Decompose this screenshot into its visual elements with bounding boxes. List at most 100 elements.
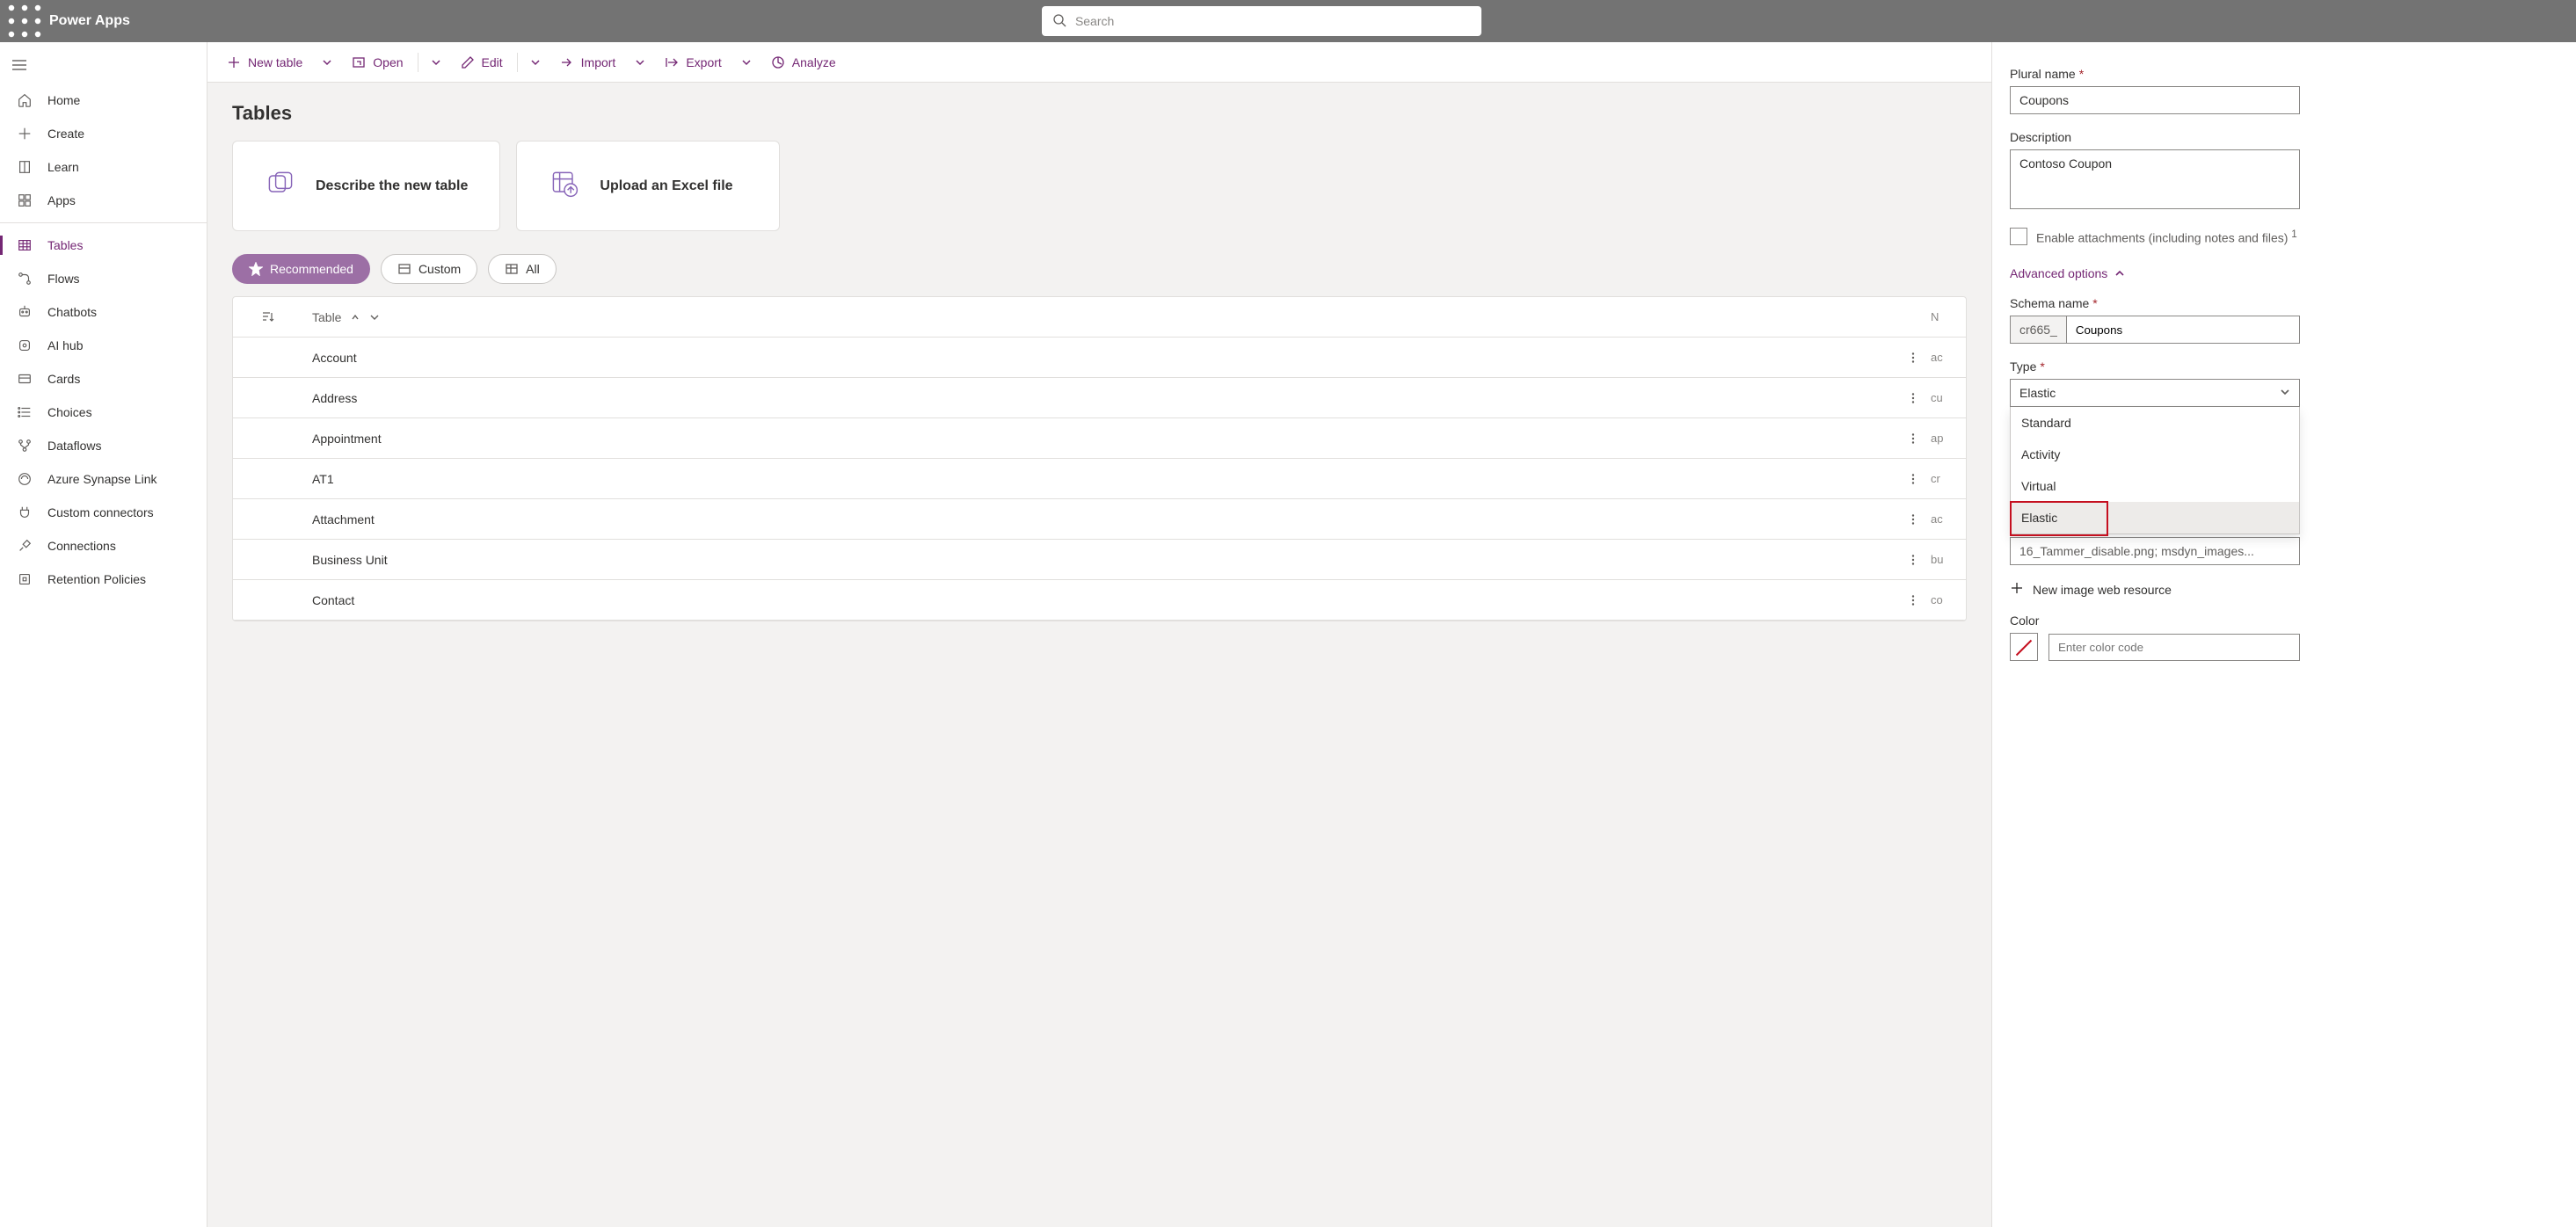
nav-aihub[interactable]: AI hub	[0, 329, 207, 362]
home-icon	[16, 92, 33, 108]
cmd-label: Analyze	[792, 55, 836, 69]
column-menu-icon[interactable]	[369, 312, 380, 323]
pill-custom[interactable]: Custom	[381, 254, 477, 284]
nav-label: Home	[47, 93, 80, 107]
table-row[interactable]: Accountac	[233, 338, 1966, 378]
nav-cards[interactable]: Cards	[0, 362, 207, 396]
type-option[interactable]: Elastic	[2011, 502, 2299, 534]
cmd-import[interactable]: Import	[551, 50, 625, 75]
advanced-options-toggle[interactable]: Advanced options	[2010, 266, 2558, 280]
new-image-resource-link[interactable]: New image web resource	[2010, 581, 2558, 598]
column-header-table[interactable]: Table	[303, 310, 1896, 324]
synapse-icon	[16, 471, 33, 487]
color-code-input[interactable]	[2048, 634, 2300, 661]
nav-chatbots[interactable]: Chatbots	[0, 295, 207, 329]
table-row-name: Appointment	[303, 432, 1896, 446]
table-row-name: Contact	[303, 593, 1896, 607]
waffle-icon[interactable]	[7, 4, 42, 39]
cmd-label: Edit	[482, 55, 503, 69]
more-vertical-icon	[1907, 392, 1919, 404]
row-more-menu[interactable]	[1896, 513, 1931, 526]
more-vertical-icon	[1907, 513, 1919, 526]
nav-collapse-toggle[interactable]	[0, 49, 207, 83]
type-selected-value: Elastic	[2019, 386, 2056, 400]
cmd-analyze[interactable]: Analyze	[762, 50, 845, 75]
nav-apps[interactable]: Apps	[0, 184, 207, 217]
nav-connectors[interactable]: Custom connectors	[0, 496, 207, 529]
cmd-edit-dropdown[interactable]	[523, 57, 548, 68]
cmd-label: New table	[248, 55, 302, 69]
nav-create[interactable]: Create	[0, 117, 207, 150]
nav-tables[interactable]: Tables	[0, 229, 207, 262]
more-vertical-icon	[1907, 554, 1919, 566]
attachments-checkbox[interactable]	[2010, 228, 2027, 245]
table-row[interactable]: Addresscu	[233, 378, 1966, 418]
nav-label: Tables	[47, 238, 83, 252]
nav-flows[interactable]: Flows	[0, 262, 207, 295]
schema-name-label: Schema name*	[2010, 296, 2558, 310]
type-select[interactable]: Elastic	[2010, 379, 2300, 407]
pill-all[interactable]: All	[488, 254, 557, 284]
card-upload-excel[interactable]: Upload an Excel file	[516, 141, 780, 231]
row-more-menu[interactable]	[1896, 594, 1931, 606]
cmd-label: Export	[686, 55, 721, 69]
cmd-new-table[interactable]: New table	[218, 50, 311, 75]
row-right-text: ac	[1931, 512, 1966, 526]
table-row[interactable]: Contactco	[233, 580, 1966, 621]
nav-label: Choices	[47, 405, 92, 419]
cmd-edit[interactable]: Edit	[452, 50, 512, 75]
upload-table-icon	[549, 168, 580, 204]
row-right-text: cu	[1931, 391, 1966, 404]
pill-recommended[interactable]: Recommended	[232, 254, 370, 284]
nav-learn[interactable]: Learn	[0, 150, 207, 184]
table-row-name: Business Unit	[303, 553, 1896, 567]
nav-label: Apps	[47, 193, 76, 207]
nav-connections[interactable]: Connections	[0, 529, 207, 563]
row-right-text: ac	[1931, 351, 1966, 364]
nav-label: Chatbots	[47, 305, 97, 319]
description-input[interactable]	[2010, 149, 2300, 209]
search-input[interactable]	[1073, 13, 1471, 29]
row-more-menu[interactable]	[1896, 352, 1931, 364]
type-option[interactable]: Activity	[2011, 439, 2299, 470]
nav-label: AI hub	[47, 338, 83, 352]
list-icon	[16, 404, 33, 420]
row-more-menu[interactable]	[1896, 554, 1931, 566]
cmd-export[interactable]: Export	[656, 50, 730, 75]
column-header-right[interactable]: N	[1931, 310, 1966, 323]
row-more-menu[interactable]	[1896, 432, 1931, 445]
cmd-new-table-dropdown[interactable]	[315, 57, 339, 68]
nav-home[interactable]: Home	[0, 83, 207, 117]
table-row[interactable]: Business Unitbu	[233, 540, 1966, 580]
row-more-menu[interactable]	[1896, 392, 1931, 404]
card-describe-table[interactable]: Describe the new table	[232, 141, 500, 231]
table-row[interactable]: Appointmentap	[233, 418, 1966, 459]
image-resource-input[interactable]: 16_Tammer_disable.png; msdyn_images...	[2010, 537, 2300, 565]
nav-dataflows[interactable]: Dataflows	[0, 429, 207, 462]
cmd-open[interactable]: Open	[343, 50, 411, 75]
cmd-import-dropdown[interactable]	[628, 57, 652, 68]
schema-name-input[interactable]	[2067, 316, 2300, 344]
apps-icon	[16, 192, 33, 208]
book-icon	[16, 159, 33, 175]
global-search[interactable]	[1042, 6, 1481, 36]
more-vertical-icon	[1907, 432, 1919, 445]
table-row[interactable]: Attachmentac	[233, 499, 1966, 540]
column-header-label: Table	[312, 310, 341, 324]
color-swatch-none[interactable]	[2010, 633, 2038, 661]
type-option[interactable]: Virtual	[2011, 470, 2299, 502]
nav-choices[interactable]: Choices	[0, 396, 207, 429]
new-table-panel: Plural name* Description Enable attachme…	[1991, 42, 2576, 1227]
row-more-menu[interactable]	[1896, 473, 1931, 485]
table-row[interactable]: AT1cr	[233, 459, 1966, 499]
bot-icon	[16, 304, 33, 320]
row-order-icon	[233, 310, 303, 324]
nav-synapse[interactable]: Azure Synapse Link	[0, 462, 207, 496]
cmd-export-dropdown[interactable]	[734, 57, 759, 68]
type-option[interactable]: Standard	[2011, 407, 2299, 439]
flow-icon	[16, 271, 33, 287]
plural-name-input[interactable]	[2010, 86, 2300, 114]
retention-icon	[16, 571, 33, 587]
cmd-open-dropdown[interactable]	[424, 57, 448, 68]
nav-retention[interactable]: Retention Policies	[0, 563, 207, 596]
